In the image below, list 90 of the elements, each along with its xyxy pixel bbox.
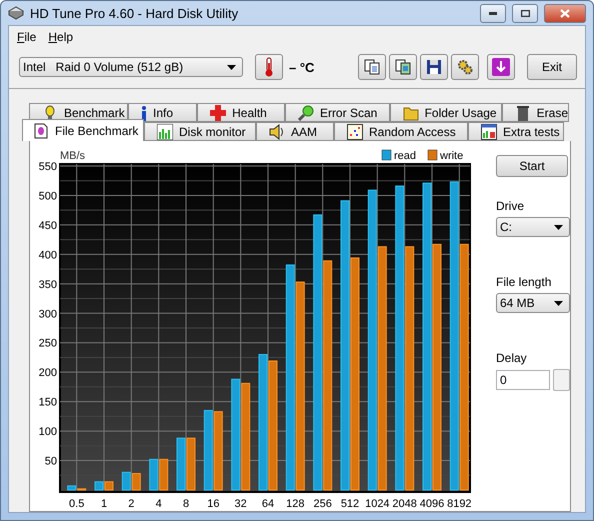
x-tick-label: 32 — [234, 498, 247, 510]
bar — [94, 481, 104, 490]
y-tick-label: 400 — [38, 249, 57, 262]
y-tick-label: 150 — [38, 396, 57, 409]
minimize-button[interactable] — [480, 4, 506, 22]
bar — [132, 473, 141, 490]
bar — [159, 458, 168, 490]
start-button[interactable]: Start — [496, 155, 568, 177]
scatter-plot-icon — [347, 124, 363, 140]
drive-label: Drive — [496, 199, 526, 213]
info-icon — [141, 104, 148, 120]
trash-can-icon — [514, 104, 531, 120]
x-tick-label: 1 — [100, 498, 108, 510]
legend-label: write — [440, 150, 464, 162]
tab[interactable]: Health — [197, 103, 285, 122]
tab[interactable]: Random Access — [334, 122, 468, 141]
x-tick-label: 64 — [262, 498, 274, 510]
tab[interactable]: Disk monitor — [144, 122, 256, 141]
x-tick-label: 4096 — [420, 498, 444, 510]
bar — [149, 458, 158, 490]
x-tick-label: 4 — [156, 498, 162, 510]
y-tick-label: 500 — [38, 190, 57, 202]
y-tick-label: 50 — [44, 456, 57, 468]
tab[interactable]: Extra tests — [468, 122, 564, 141]
thermometer-icon — [264, 57, 274, 77]
tab[interactable]: Erase — [502, 103, 570, 122]
document-icon — [33, 122, 49, 138]
file-length-label: File length — [496, 275, 552, 289]
drive-dropdown[interactable]: Intel Raid 0 Volume (512 gB) — [19, 57, 243, 77]
legend-swatch — [382, 150, 392, 160]
maximize-icon — [520, 10, 530, 16]
y-axis-label: MB/s — [60, 150, 86, 162]
file-length-dropdown[interactable]: 64 MB — [496, 293, 570, 313]
thermometer-button[interactable] — [255, 54, 283, 80]
x-tick-label: 16 — [207, 498, 220, 510]
y-tick-label: 450 — [38, 220, 57, 232]
temperature-reading: – °C — [289, 60, 314, 74]
copy-image-icon — [395, 59, 411, 75]
tab[interactable]: Error Scan — [284, 103, 390, 122]
menu-item[interactable]: File — [13, 30, 40, 44]
hard-disk-icon — [8, 6, 24, 20]
delay-label: Delay — [496, 351, 528, 365]
menu-item[interactable]: Help — [44, 30, 78, 44]
dropdown-arrow-icon — [554, 224, 563, 230]
dropdown-arrow-icon — [227, 64, 236, 70]
tab[interactable]: Info — [128, 103, 198, 122]
window-title: HD Tune Pro 4.60 - Hard Disk Utility — [30, 6, 240, 20]
download-button[interactable] — [487, 54, 515, 80]
bar — [104, 481, 114, 490]
drive-dropdown[interactable]: C: — [496, 217, 570, 237]
exit-button[interactable]: Exit — [527, 54, 577, 80]
close-button[interactable] — [544, 4, 586, 22]
bar — [176, 438, 186, 490]
x-tick-label: 8 — [182, 498, 190, 510]
gears-icon — [457, 59, 473, 75]
copy-screenshot-button[interactable] — [389, 54, 417, 80]
close-icon — [560, 8, 570, 18]
x-tick-label: 256 — [313, 498, 332, 510]
y-tick-label: 250 — [38, 338, 57, 350]
options-button[interactable] — [451, 54, 479, 80]
y-tick-label: 100 — [38, 426, 57, 438]
x-tick-label: 8192 — [447, 498, 472, 510]
x-tick-label: 1024 — [365, 498, 390, 510]
dropdown-arrow-icon — [554, 300, 563, 306]
legend-swatch — [428, 150, 438, 160]
minimize-icon — [489, 12, 497, 14]
x-tick-label: 128 — [286, 498, 305, 510]
copy-icon — [364, 59, 380, 75]
legend-label: read — [394, 150, 416, 162]
tab[interactable]: Folder Usage — [390, 103, 502, 122]
magnifier-icon — [298, 104, 314, 120]
x-tick-label: 2048 — [392, 498, 417, 510]
tab[interactable]: AAM — [256, 122, 334, 141]
x-tick-label: 2 — [128, 498, 134, 510]
cross-icon — [210, 104, 226, 120]
y-tick-label: 200 — [38, 367, 57, 380]
y-tick-label: 550 — [38, 161, 57, 173]
save-button[interactable] — [420, 54, 448, 80]
bar — [122, 472, 131, 490]
bar — [186, 438, 196, 490]
x-tick-label: 512 — [340, 498, 360, 510]
tab[interactable]: File Benchmark — [22, 119, 144, 141]
save-icon — [426, 59, 442, 75]
y-tick-label: 300 — [38, 308, 57, 320]
maximize-button[interactable] — [512, 4, 538, 22]
speaker-icon — [269, 124, 285, 140]
delay-field[interactable]: 0 — [496, 370, 550, 390]
y-tick-label: 350 — [38, 278, 57, 291]
copy-button[interactable] — [358, 54, 386, 80]
x-tick-label: 0.5 — [69, 498, 84, 510]
